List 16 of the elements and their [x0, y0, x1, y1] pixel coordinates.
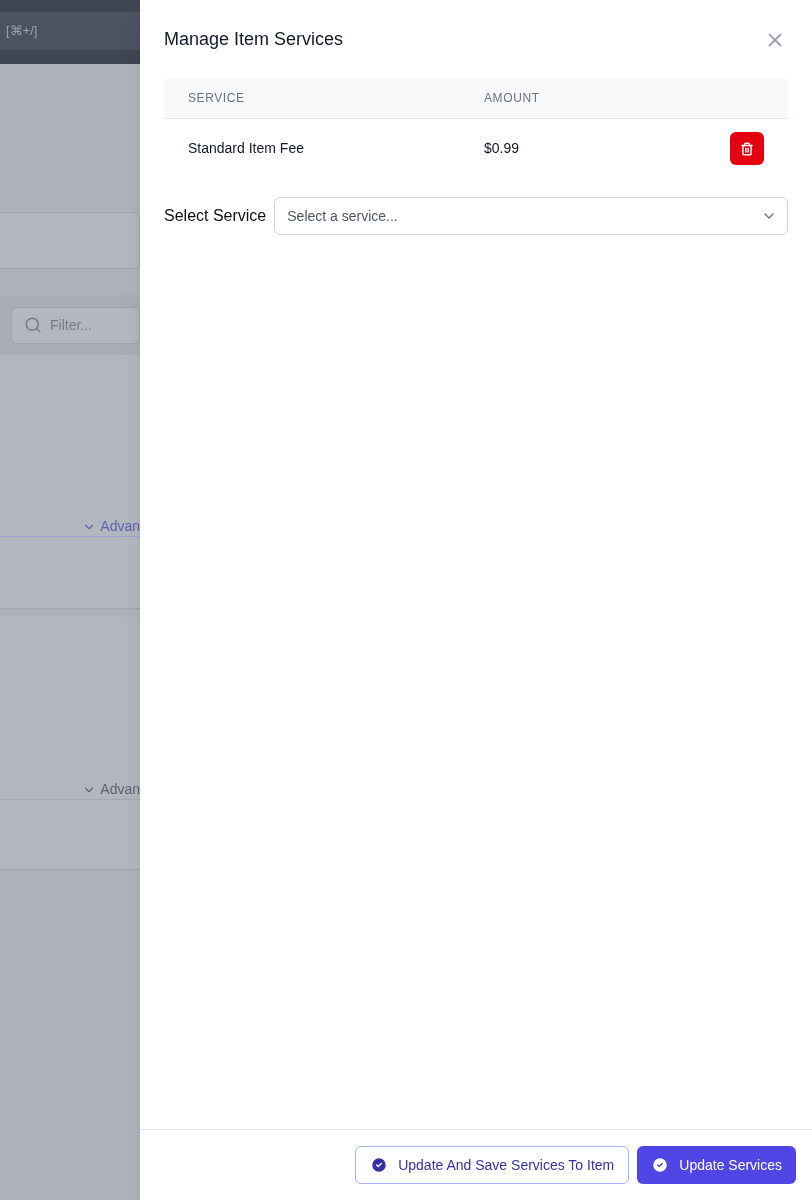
select-label: Select Service	[164, 206, 267, 226]
check-circle-icon	[651, 1156, 670, 1174]
delete-button[interactable]	[730, 132, 764, 165]
text-area[interactable]	[0, 212, 140, 269]
table-cell-text: Standard Item Fee	[188, 139, 305, 158]
check-circle-icon	[370, 1156, 389, 1174]
update-button[interactable]: Update And Save Services To Item	[355, 1146, 630, 1184]
table-cell-text: $0.99	[484, 139, 521, 158]
column-header: SERVICE	[188, 90, 246, 107]
shortcut-hint: [⌘+/]	[6, 22, 38, 41]
update-button[interactable]: Update Services	[637, 1146, 796, 1184]
panel-title: Manage Item Services	[164, 28, 344, 51]
search-icon	[24, 316, 42, 334]
column-header: AMOUNT	[484, 90, 540, 107]
service-select[interactable]: Select a service...	[274, 197, 788, 235]
trash-icon	[740, 141, 754, 156]
